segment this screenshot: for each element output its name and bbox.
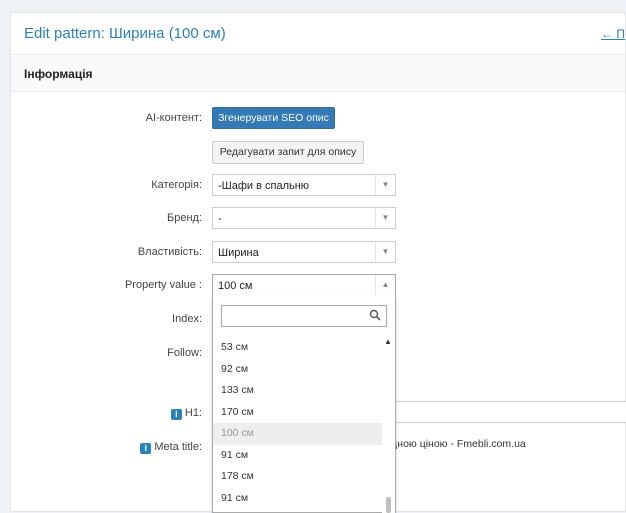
section-title: Інформація <box>24 67 93 81</box>
page-title: Edit pattern: Ширина (100 см) <box>24 25 226 42</box>
edit-prompt-button[interactable]: Редагувати запит для опису <box>212 141 364 164</box>
category-value: -Шафи в спальню <box>218 180 310 192</box>
panel-header: Edit pattern: Ширина (100 см) ← П <box>11 13 625 55</box>
dropdown-option[interactable]: 178 см <box>213 466 384 488</box>
h1-label-text: H1: <box>184 407 202 419</box>
back-link[interactable]: ← П <box>601 27 625 41</box>
brand-label: Бренд: <box>166 212 202 224</box>
info-icon: i <box>170 409 182 420</box>
dropdown-scrollbar[interactable]: ▲ <box>382 337 395 513</box>
section-header: Інформація <box>11 56 625 92</box>
brand-select[interactable]: - ▼ <box>212 207 396 229</box>
dropdown-option[interactable]: 53 см <box>213 337 384 359</box>
edit-pattern-panel: Edit pattern: Ширина (100 см) ← П Інформ… <box>10 12 626 513</box>
index-label: Index: <box>172 313 202 325</box>
scroll-up-icon[interactable]: ▲ <box>384 337 392 346</box>
h1-input[interactable] <box>384 401 626 423</box>
meta-title-label-text: Meta title: <box>154 441 202 453</box>
info-icon: i <box>140 443 152 454</box>
property-value-select[interactable]: 100 см ▲ <box>212 274 396 296</box>
dropdown-search-input[interactable] <box>221 305 387 327</box>
property-value: Ширина <box>218 247 259 259</box>
dropdown-option[interactable]: 92 см <box>213 359 384 381</box>
dropdown-option-selected[interactable]: 100 см <box>213 423 384 445</box>
property-value-label: Property value : <box>124 279 202 291</box>
chevron-down-icon: ▼ <box>375 175 395 195</box>
property-value-dropdown: 53 см 92 см 133 см 170 см 100 см 91 см 1… <box>212 295 396 513</box>
dropdown-option[interactable]: 91 см <box>213 445 384 467</box>
ai-content-label: AI-контент: <box>145 112 202 124</box>
chevron-up-icon: ▲ <box>375 275 395 295</box>
scrollbar-thumb[interactable] <box>386 497 391 513</box>
generate-seo-button[interactable]: Згенерувати SEO опис <box>212 107 335 129</box>
h1-label: i H1: <box>170 407 202 420</box>
brand-value: - <box>218 213 222 225</box>
category-select[interactable]: -Шафи в спальню ▼ <box>212 174 396 196</box>
property-label: Властивість: <box>137 246 202 258</box>
dropdown-option[interactable]: 133 см <box>213 380 384 402</box>
chevron-down-icon: ▼ <box>375 208 395 228</box>
search-icon <box>369 309 381 321</box>
meta-title-label: i Meta title: <box>140 441 202 454</box>
dropdown-option[interactable]: 91 см <box>213 488 384 510</box>
category-label: Категорія: <box>151 179 202 191</box>
dropdown-option[interactable]: 170 см <box>213 402 384 424</box>
follow-label: Follow: <box>167 347 202 359</box>
dropdown-options: 53 см 92 см 133 см 170 см 100 см 91 см 1… <box>213 337 397 513</box>
property-value-current: 100 см <box>218 280 253 292</box>
meta-title-textarea[interactable]: тідною ціною - Fmebli.com.ua <box>384 438 526 450</box>
property-select[interactable]: Ширина ▼ <box>212 241 396 263</box>
chevron-down-icon: ▼ <box>375 242 395 262</box>
